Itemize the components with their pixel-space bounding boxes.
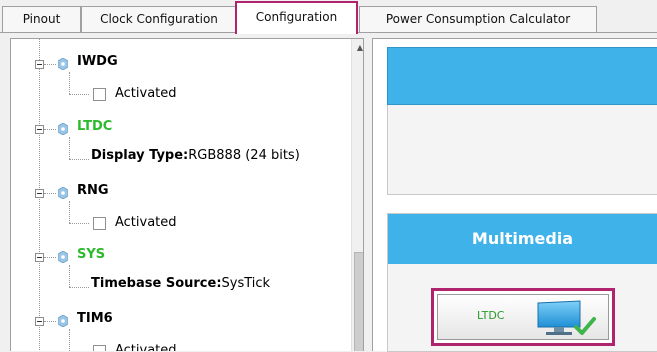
ip-gear-icon (58, 251, 68, 263)
ip-gear-icon (58, 187, 68, 199)
tree-collapse-toggle[interactable] (35, 60, 44, 69)
tree-collapse-toggle[interactable] (35, 253, 44, 262)
tree-item-sys[interactable]: SYS (77, 247, 105, 262)
timebase-source-setting[interactable]: Timebase Source:SysTick (91, 276, 270, 291)
tab-pinout[interactable]: Pinout (2, 6, 81, 32)
tree-item-tim6[interactable]: TIM6 (77, 311, 113, 326)
ip-tree-panel[interactable]: IWDG Activated LTDC Display Type:RGB888 … (10, 38, 364, 351)
category-body-top (387, 105, 657, 195)
tree-child-branch (69, 223, 89, 224)
tree-branch-line (44, 193, 56, 194)
tab-configuration[interactable]: Configuration (235, 1, 358, 34)
activated-checkbox[interactable] (93, 217, 106, 230)
ip-gear-icon (58, 123, 68, 135)
scroll-up-arrow-icon[interactable]: ▲ (352, 39, 363, 56)
multimedia-header[interactable]: Multimedia (388, 214, 657, 264)
checkbox-label: Activated (115, 86, 177, 101)
tree-branch-line (44, 64, 56, 65)
ip-gear-icon (58, 315, 68, 327)
category-header-top[interactable] (387, 47, 657, 105)
display-type-setting[interactable]: Display Type:RGB888 (24 bits) (91, 148, 300, 163)
tree-child-branch (69, 159, 89, 160)
tree-child-line (69, 329, 70, 351)
tree-child-line (69, 72, 70, 94)
multimedia-category: Multimedia LTDC (387, 213, 657, 352)
setting-key: Display Type: (91, 148, 189, 163)
tree-child-line (69, 137, 70, 159)
tree-item-iwdg[interactable]: IWDG (77, 54, 118, 69)
tree-child-line (69, 265, 70, 287)
tree-collapse-toggle[interactable] (35, 317, 44, 326)
ltdc-button-label: LTDC (477, 309, 505, 322)
tree-branch-line (44, 321, 56, 322)
tab-clock-configuration[interactable]: Clock Configuration (81, 6, 237, 32)
monitor-check-icon (537, 300, 596, 335)
tree-branch-line (44, 129, 56, 130)
category-panel: Multimedia LTDC (372, 38, 657, 352)
ip-gear-icon (58, 58, 68, 70)
activated-checkbox[interactable] (93, 88, 106, 101)
scroll-thumb[interactable] (354, 252, 363, 351)
tree-child-branch (69, 287, 89, 288)
tab-power-consumption-calculator[interactable]: Power Consumption Calculator (359, 6, 597, 32)
ltdc-ip-button[interactable]: LTDC (431, 288, 615, 346)
tree-branch-line (44, 257, 56, 258)
tab-bar: Pinout Clock Configuration Configuration… (0, 0, 657, 34)
setting-key: Timebase Source: (91, 276, 222, 291)
tree-item-rng[interactable]: RNG (77, 183, 109, 198)
tree-collapse-toggle[interactable] (35, 189, 44, 198)
setting-value: SysTick (221, 276, 271, 291)
activated-checkbox[interactable] (93, 345, 106, 351)
checkbox-label: Activated (115, 215, 177, 230)
vertical-scrollbar[interactable]: ▲ (351, 39, 363, 351)
tree-item-ltdc[interactable]: LTDC (77, 119, 112, 134)
checkbox-label: Activated (115, 343, 177, 351)
setting-value: RGB888 (24 bits) (188, 148, 300, 163)
ltdc-button-face[interactable]: LTDC (437, 294, 609, 340)
tree-child-branch (69, 94, 89, 95)
tree-collapse-toggle[interactable] (35, 125, 44, 134)
tree-child-line (69, 201, 70, 223)
